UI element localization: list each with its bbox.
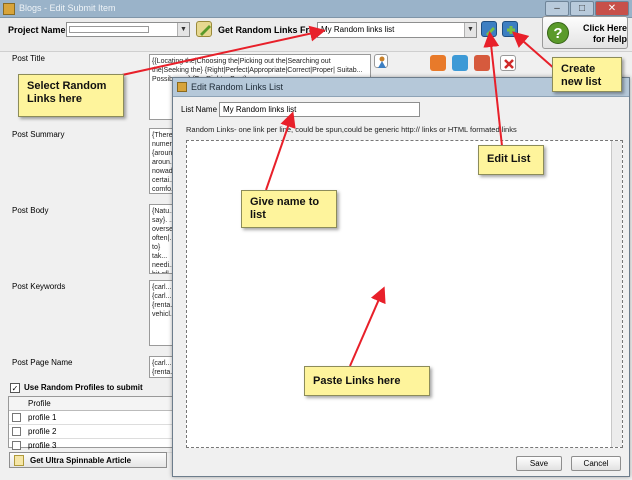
links-scrollbar[interactable]	[611, 141, 622, 447]
table-row[interactable]: profile 2	[9, 425, 175, 439]
use-random-profiles-checkbox[interactable]: ✓	[10, 383, 20, 393]
close-button[interactable]: ✕	[595, 1, 629, 16]
help-button[interactable]: ? Click Here for Help	[542, 16, 628, 49]
chevron-down-icon: ▼	[464, 23, 476, 37]
callout-edit-list: Edit List	[478, 145, 544, 175]
tool-icon-1[interactable]	[430, 55, 446, 71]
profiles-table-header: Profile	[9, 397, 175, 411]
profile-checkbox[interactable]	[12, 413, 21, 422]
callout-paste-links: Paste Links here	[304, 366, 430, 396]
random-links-value: My Random links list	[321, 25, 395, 34]
profile-name: profile 3	[28, 441, 57, 450]
edit-list-icon[interactable]	[481, 21, 497, 37]
list-name-label: List Name	[181, 105, 218, 114]
use-random-profiles-label: Use Random Profiles to submit	[24, 383, 143, 392]
profile-column-header: Profile	[28, 399, 51, 408]
dialog-title: Edit Random Links List	[191, 82, 284, 92]
window-title: Blogs - Edit Submit Item	[19, 3, 116, 13]
callout-create-new-list: Create new list	[552, 57, 622, 92]
create-list-icon[interactable]	[502, 21, 518, 37]
table-row[interactable]: profile 3	[9, 439, 175, 453]
tool-icon-3[interactable]	[474, 55, 490, 71]
table-row[interactable]: profile 1	[9, 411, 175, 425]
profiles-table: Profile profile 1 profile 2 profile 3	[8, 396, 176, 453]
edit-random-links-dialog: Edit Random Links List List Name My Rand…	[172, 77, 630, 477]
post-keywords-label: Post Keywords	[12, 282, 66, 291]
post-body-label: Post Body	[12, 206, 49, 215]
dialog-app-icon	[177, 82, 187, 92]
maximize-button[interactable]: □	[570, 1, 594, 16]
project-name-inner-field	[69, 26, 149, 33]
post-summary-label: Post Summary	[12, 130, 65, 139]
chevron-down-icon: ▼	[177, 23, 189, 36]
delete-icon[interactable]	[500, 55, 516, 71]
list-name-input[interactable]: My Random links list	[219, 102, 420, 117]
save-button[interactable]: Save	[516, 456, 562, 471]
project-name-combo[interactable]: ▼	[66, 22, 190, 37]
project-name-label: Project Name:	[8, 25, 69, 35]
get-ultra-spinnable-article-label: Get Ultra Spinnable Article	[30, 456, 132, 465]
links-textarea[interactable]	[186, 140, 623, 448]
question-icon: ?	[547, 22, 569, 44]
document-icon	[14, 455, 24, 466]
main-toolbar: Project Name: ▼ Get Random Links From: M…	[0, 18, 632, 52]
profile-checkbox[interactable]	[12, 427, 21, 436]
app-icon	[3, 3, 15, 15]
minimize-button[interactable]: –	[545, 1, 569, 16]
person-icon[interactable]	[374, 54, 388, 68]
callout-give-name: Give name to list	[241, 190, 337, 228]
cancel-button[interactable]: Cancel	[571, 456, 621, 471]
help-button-label: Click Here for Help	[582, 23, 627, 44]
random-links-combo[interactable]: My Random links list ▼	[317, 22, 477, 38]
links-hint-text: Random Links- one link per line, could b…	[186, 125, 517, 134]
post-title-label: Post Title	[12, 54, 45, 63]
callout-select-random-links: Select Random Links here	[18, 74, 124, 117]
window-titlebar: Blogs - Edit Submit Item – □ ✕	[0, 0, 632, 18]
post-page-name-label: Post Page Name	[12, 358, 73, 367]
get-ultra-spinnable-article-button[interactable]: Get Ultra Spinnable Article	[9, 452, 167, 468]
profile-checkbox[interactable]	[12, 441, 21, 450]
random-links-label: Get Random Links From:	[218, 25, 326, 35]
tool-icon-2[interactable]	[452, 55, 468, 71]
profile-name: profile 2	[28, 427, 57, 436]
edit-project-icon[interactable]	[196, 21, 212, 37]
profile-name: profile 1	[28, 413, 57, 422]
